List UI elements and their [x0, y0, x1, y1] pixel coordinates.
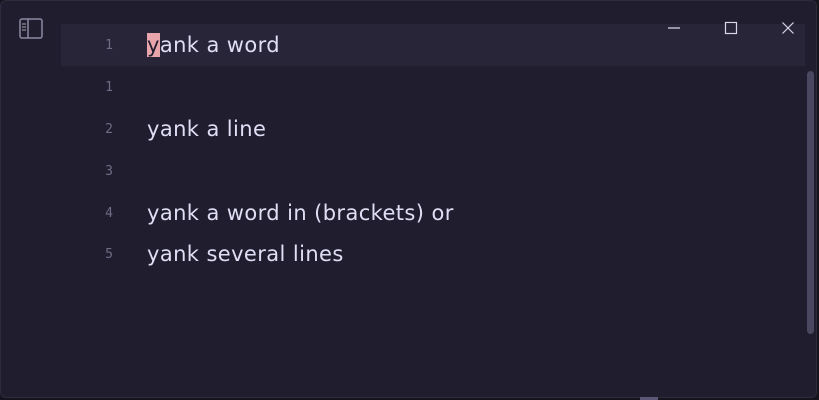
editor-window: 1 yank a word 1 2 yank a line 3 4 yank a…: [0, 0, 817, 398]
maximize-icon: [724, 21, 737, 35]
line-number: 2: [105, 121, 113, 137]
sidebar-toggle-icon[interactable]: [18, 17, 44, 41]
line-text[interactable]: yank a word in (brackets) or: [147, 201, 454, 225]
line-number: 5: [105, 246, 113, 262]
close-icon: [781, 22, 794, 34]
line-number: 4: [105, 205, 113, 221]
minimize-button[interactable]: [645, 1, 702, 55]
minimize-icon: [667, 27, 680, 29]
cursor: y: [147, 33, 160, 57]
editor-line[interactable]: 1: [61, 66, 805, 108]
vertical-scrollbar[interactable]: [807, 71, 814, 334]
line-text[interactable]: yank a line: [147, 117, 266, 141]
line-number: 1: [105, 79, 113, 95]
editor-line[interactable]: 2 yank a line: [61, 108, 805, 150]
line-text-rest: ank a word: [159, 33, 281, 57]
editor-line[interactable]: 4 yank a word in (brackets) or: [61, 192, 805, 234]
close-button[interactable]: [759, 1, 816, 55]
line-text[interactable]: yank a word: [147, 33, 280, 57]
line-number: 1: [105, 37, 113, 53]
editor-content[interactable]: 1 yank a word 1 2 yank a line 3 4 yank a…: [61, 24, 805, 397]
line-text[interactable]: yank several lines: [147, 242, 344, 266]
line-number: 3: [105, 163, 113, 179]
editor-line[interactable]: 3: [61, 150, 805, 192]
editor-line[interactable]: 5 yank several lines: [61, 233, 805, 275]
window-controls: [645, 1, 816, 55]
maximize-button[interactable]: [702, 1, 759, 55]
